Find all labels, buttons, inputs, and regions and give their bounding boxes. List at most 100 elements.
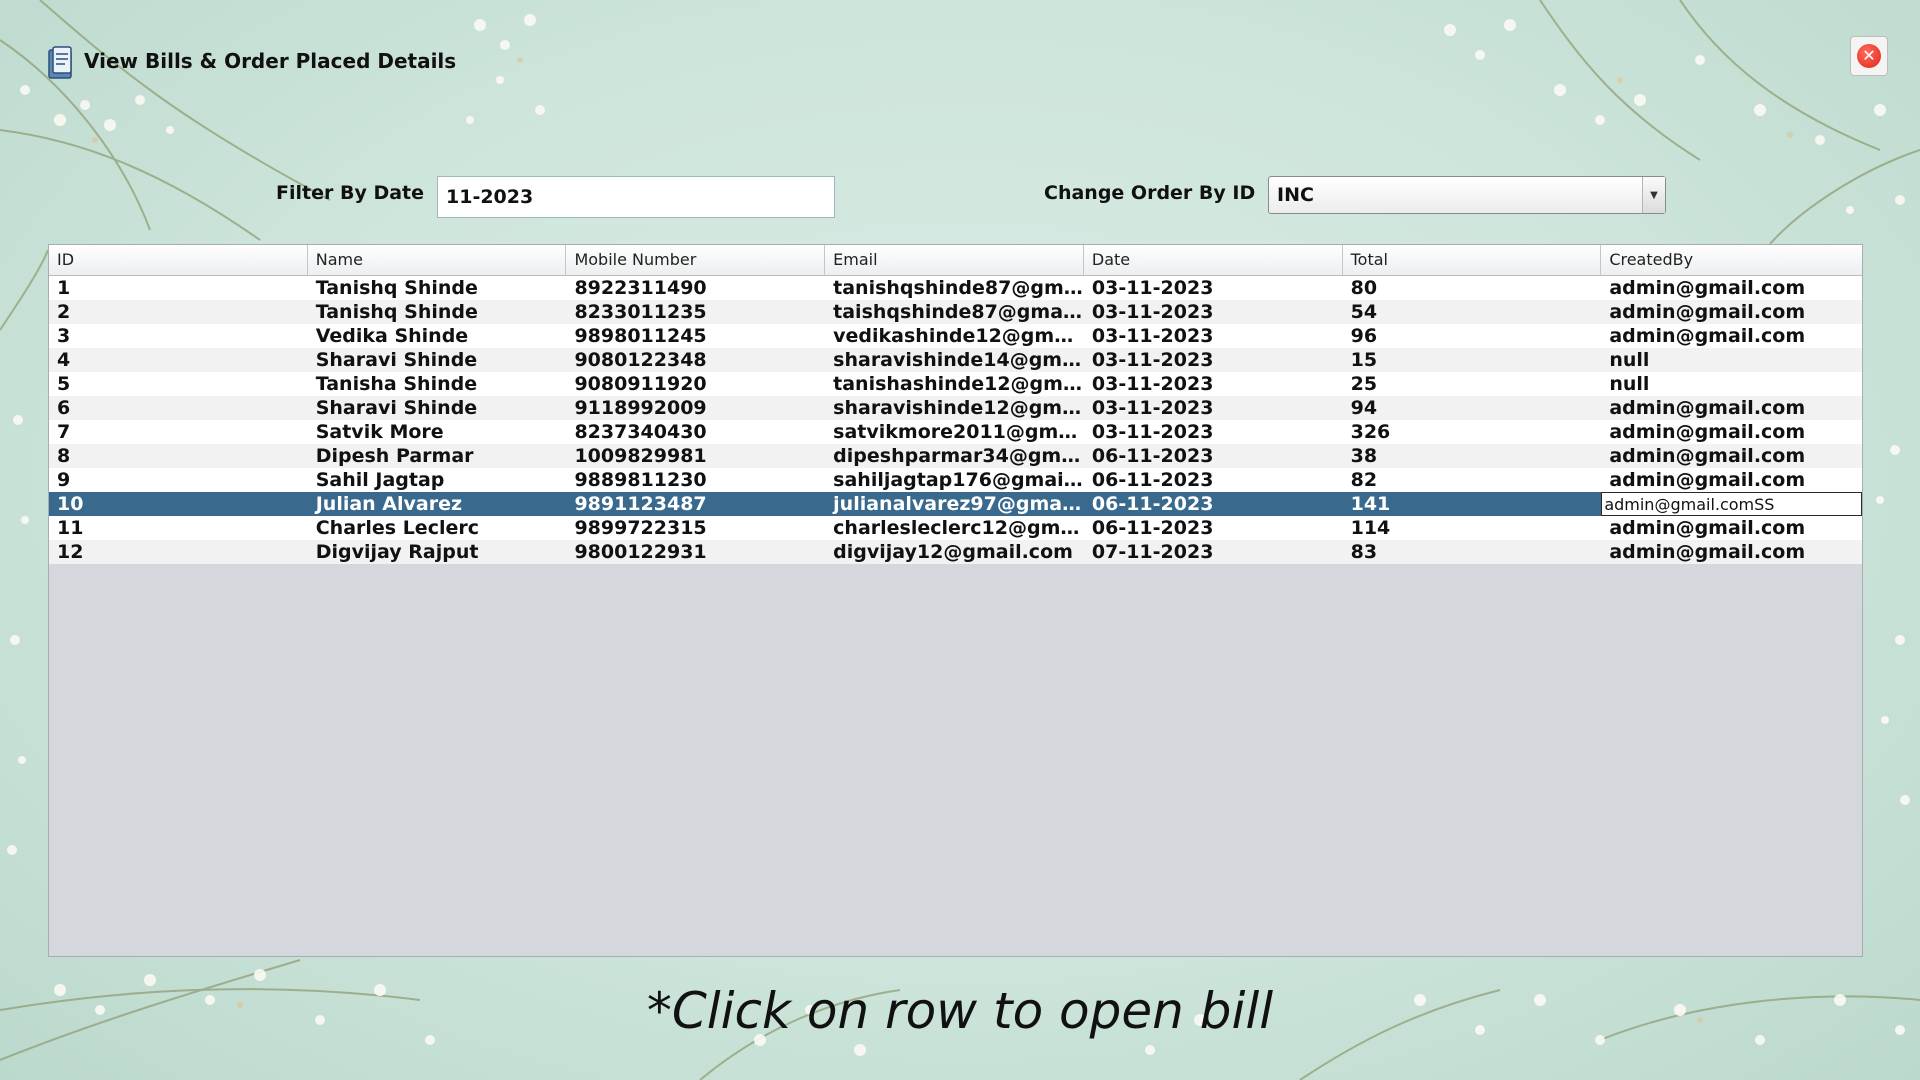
cell-total: 25	[1350, 373, 1378, 395]
cell-name: Sahil Jagtap	[315, 469, 445, 491]
column-header-mobile[interactable]: Mobile Number	[566, 245, 826, 275]
cell-editor-createdby[interactable]	[1601, 492, 1862, 516]
cell-total: 54	[1350, 301, 1378, 323]
cell-total: 326	[1350, 421, 1391, 443]
cell-createdby: admin@gmail.com	[1609, 445, 1806, 467]
cell-total: 80	[1350, 277, 1378, 299]
cell-id: 7	[57, 421, 71, 443]
cell-mobile: 9080911920	[574, 373, 707, 395]
bill-document-icon	[48, 46, 72, 79]
cell-createdby: admin@gmail.com	[1609, 301, 1806, 323]
table-row[interactable]: 9 Sahil Jagtap 9889811230 sahiljagtap176@gm…	[49, 468, 1862, 492]
change-order-label: Change Order By ID	[1044, 182, 1256, 204]
cell-name: Julian Alvarez	[315, 493, 463, 515]
table-body: 1 Tanishq Shinde 8922311490 tanishqshinde87…	[49, 276, 1862, 564]
column-header-email[interactable]: Email	[825, 245, 1084, 275]
column-header-total[interactable]: Total	[1343, 245, 1602, 275]
filter-date-input[interactable]	[437, 176, 835, 218]
cell-createdby: admin@gmail.com	[1609, 469, 1806, 491]
cell-email: julianalvarez97@gmail....	[833, 493, 1084, 515]
cell-id: 5	[57, 373, 71, 395]
table-row[interactable]: 7 Satvik More 8237340430 satvikmore2011@gma…	[49, 420, 1862, 444]
cell-id: 11	[57, 517, 84, 539]
cell-id: 2	[57, 301, 71, 323]
table-header: ID Name Mobile Number Email Date Total C…	[49, 245, 1862, 276]
cell-total: 38	[1350, 445, 1378, 467]
cell-name: Dipesh Parmar	[315, 445, 474, 467]
order-select-toggle[interactable]: ▼	[1642, 177, 1665, 213]
table-row[interactable]: 12 Digvijay Rajput 9800122931 digvijay12@gm…	[49, 540, 1862, 564]
cell-email: dipeshparmar34@gma...	[833, 445, 1084, 467]
cell-id: 9	[57, 469, 71, 491]
cell-date: 03-11-2023	[1091, 301, 1214, 323]
cell-date: 03-11-2023	[1091, 397, 1214, 419]
cell-mobile: 9898011245	[574, 325, 707, 347]
table-row[interactable]: 6 Sharavi Shinde 9118992009 sharavishinde12…	[49, 396, 1862, 420]
column-header-date[interactable]: Date	[1084, 245, 1343, 275]
cell-name: Vedika Shinde	[315, 325, 469, 347]
column-header-name[interactable]: Name	[308, 245, 567, 275]
cell-date: 07-11-2023	[1091, 541, 1214, 563]
cell-createdby: admin@gmail.com	[1609, 325, 1806, 347]
table-row[interactable]: 5 Tanisha Shinde 9080911920 tanishashinde12…	[49, 372, 1862, 396]
cell-email: tanishqshinde87@gma...	[833, 277, 1084, 299]
cell-mobile: 9800122931	[574, 541, 707, 563]
cell-name: Tanishq Shinde	[315, 301, 478, 323]
cell-date: 06-11-2023	[1091, 469, 1214, 491]
cell-id: 8	[57, 445, 71, 467]
cell-email: satvikmore2011@gmai...	[833, 421, 1084, 443]
chevron-down-icon: ▼	[1650, 189, 1658, 201]
cell-id: 4	[57, 349, 71, 371]
cell-createdby: null	[1609, 373, 1650, 395]
cell-total: 96	[1350, 325, 1378, 347]
table-row[interactable]: 8 Dipesh Parmar 1009829981 dipeshparmar34@g…	[49, 444, 1862, 468]
filter-by-date-label: Filter By Date	[276, 182, 425, 204]
cell-mobile: 8233011235	[574, 301, 707, 323]
bills-table[interactable]: ID Name Mobile Number Email Date Total C…	[48, 244, 1863, 957]
cell-mobile: 9080122348	[574, 349, 707, 371]
close-button[interactable]: ✕	[1850, 36, 1888, 76]
cell-id: 1	[57, 277, 71, 299]
cell-date: 03-11-2023	[1091, 421, 1214, 443]
cell-name: Tanisha Shinde	[315, 373, 478, 395]
cell-email: sharavishinde12@gmai...	[833, 397, 1084, 419]
cell-total: 83	[1350, 541, 1378, 563]
cell-mobile: 1009829981	[574, 445, 707, 467]
cell-createdby: admin@gmail.com	[1609, 421, 1806, 443]
cell-date: 06-11-2023	[1091, 445, 1214, 467]
cell-mobile: 8237340430	[574, 421, 707, 443]
column-header-id[interactable]: ID	[49, 245, 308, 275]
cell-id: 12	[57, 541, 84, 563]
table-row[interactable]: 2 Tanishq Shinde 8233011235 taishqshinde87@…	[49, 300, 1862, 324]
cell-total: 15	[1350, 349, 1378, 371]
cell-name: Charles Leclerc	[315, 517, 479, 539]
table-row[interactable]: 10 Julian Alvarez 9891123487 julianalvarez9…	[49, 492, 1862, 516]
table-row[interactable]: 3 Vedika Shinde 9898011245 vedikashinde12@g…	[49, 324, 1862, 348]
cell-mobile: 9899722315	[574, 517, 707, 539]
cell-email: taishqshinde87@gmail...	[833, 301, 1084, 323]
cell-total: 82	[1350, 469, 1378, 491]
table-row[interactable]: 11 Charles Leclerc 9899722315 charleslecler…	[49, 516, 1862, 540]
order-select-value: INC	[1277, 184, 1314, 206]
cell-email: charlesleclerc12@gmai...	[833, 517, 1084, 539]
order-by-id-select[interactable]: INC ▼	[1268, 176, 1666, 214]
table-row[interactable]: 4 Sharavi Shinde 9080122348 sharavishinde14…	[49, 348, 1862, 372]
cell-name: Tanishq Shinde	[315, 277, 478, 299]
cell-name: Satvik More	[315, 421, 444, 443]
cell-email: sahiljagtap176@gmail....	[833, 469, 1084, 491]
cell-email: digvijay12@gmail.com	[833, 541, 1073, 563]
cell-id: 10	[57, 493, 84, 515]
cell-createdby: admin@gmail.com	[1609, 517, 1806, 539]
cell-name: Digvijay Rajput	[315, 541, 479, 563]
cell-mobile: 8922311490	[574, 277, 707, 299]
column-header-createdby[interactable]: CreatedBy	[1601, 245, 1862, 275]
table-row[interactable]: 1 Tanishq Shinde 8922311490 tanishqshinde87…	[49, 276, 1862, 300]
cell-email: tanishashinde12@gma...	[833, 373, 1084, 395]
cell-createdby: admin@gmail.com	[1609, 277, 1806, 299]
cell-date: 03-11-2023	[1091, 349, 1214, 371]
cell-date: 06-11-2023	[1091, 517, 1214, 539]
cell-mobile: 9889811230	[574, 469, 707, 491]
cell-date: 06-11-2023	[1091, 493, 1214, 515]
cell-createdby: admin@gmail.com	[1609, 541, 1806, 563]
cell-mobile: 9891123487	[574, 493, 707, 515]
